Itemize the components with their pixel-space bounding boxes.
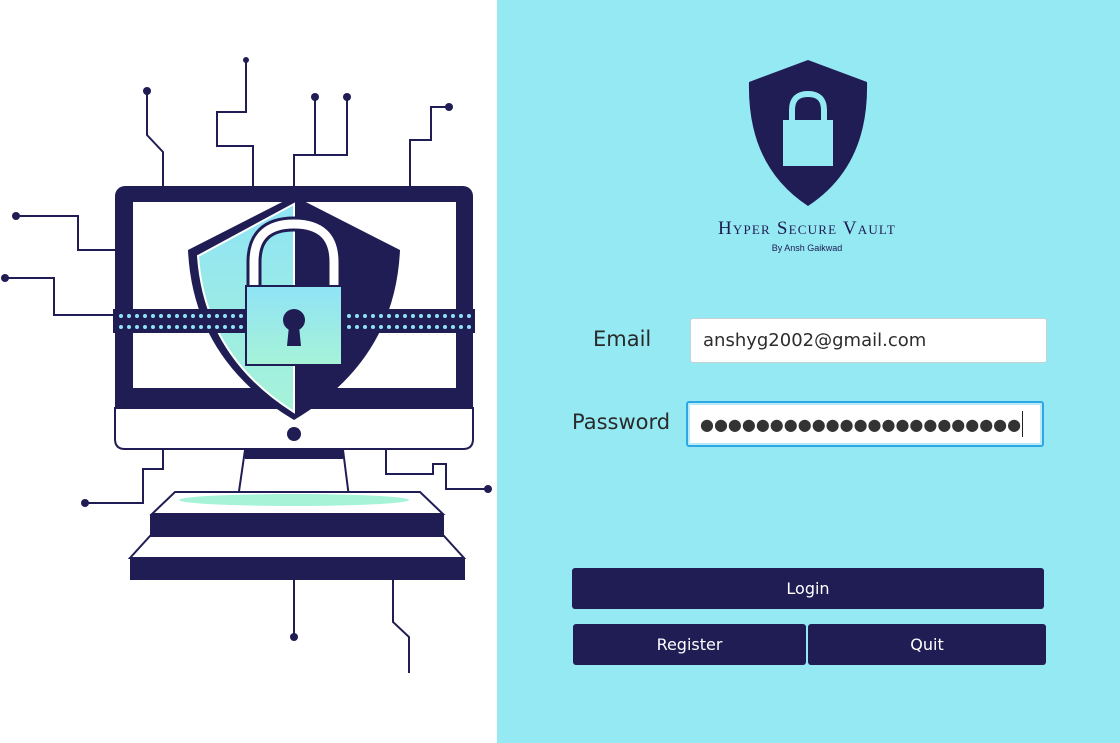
password-label: Password	[572, 410, 671, 434]
password-mask: ●●●●●●●●●●●●●●●●●●●●●●●	[700, 414, 1022, 434]
quit-button[interactable]: Quit	[808, 624, 1046, 665]
password-input[interactable]: ●●●●●●●●●●●●●●●●●●●●●●●	[686, 401, 1044, 447]
computer-shield-lock-illustration	[1, 57, 492, 673]
text-caret	[1022, 411, 1024, 437]
app-title: Hyper Secure Vault	[717, 218, 897, 239]
login-panel: Hyper Secure Vault By Ansh Gaikwad Email…	[497, 0, 1120, 743]
app-subtitle: By Ansh Gaikwad	[771, 243, 843, 253]
register-button[interactable]: Register	[573, 624, 806, 665]
shield-lock-icon	[748, 60, 868, 206]
login-button[interactable]: Login	[572, 568, 1044, 609]
email-input[interactable]	[690, 318, 1047, 363]
illustration-panel	[0, 0, 497, 743]
email-label: Email	[593, 327, 652, 351]
